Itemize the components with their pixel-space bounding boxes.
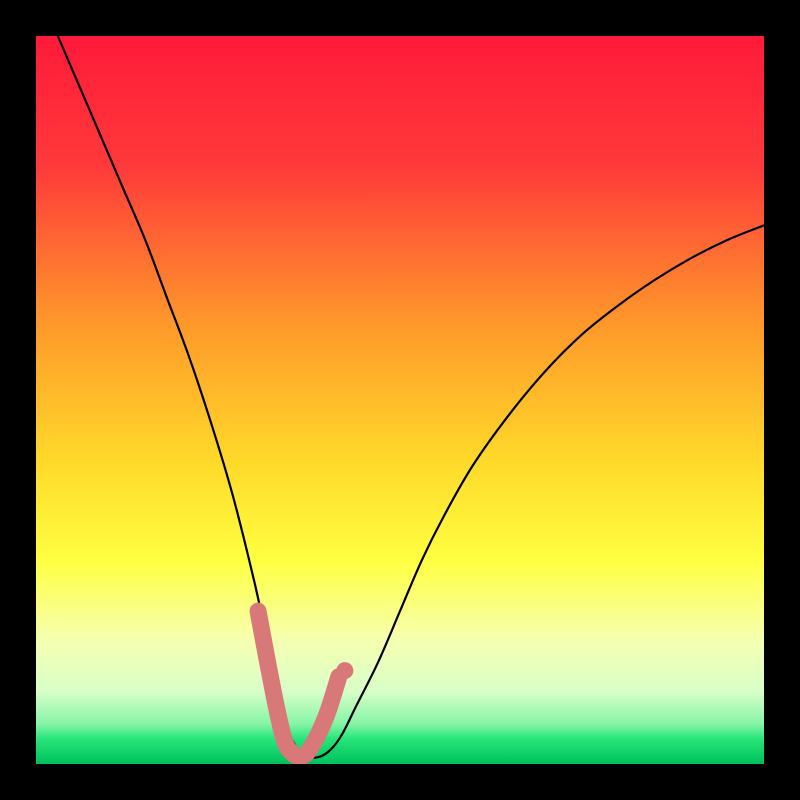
valley-end-dot (336, 662, 353, 679)
plot-bg (36, 36, 764, 764)
bottleneck-chart (0, 0, 800, 800)
chart-frame: TheBottleneck.com (0, 0, 800, 800)
